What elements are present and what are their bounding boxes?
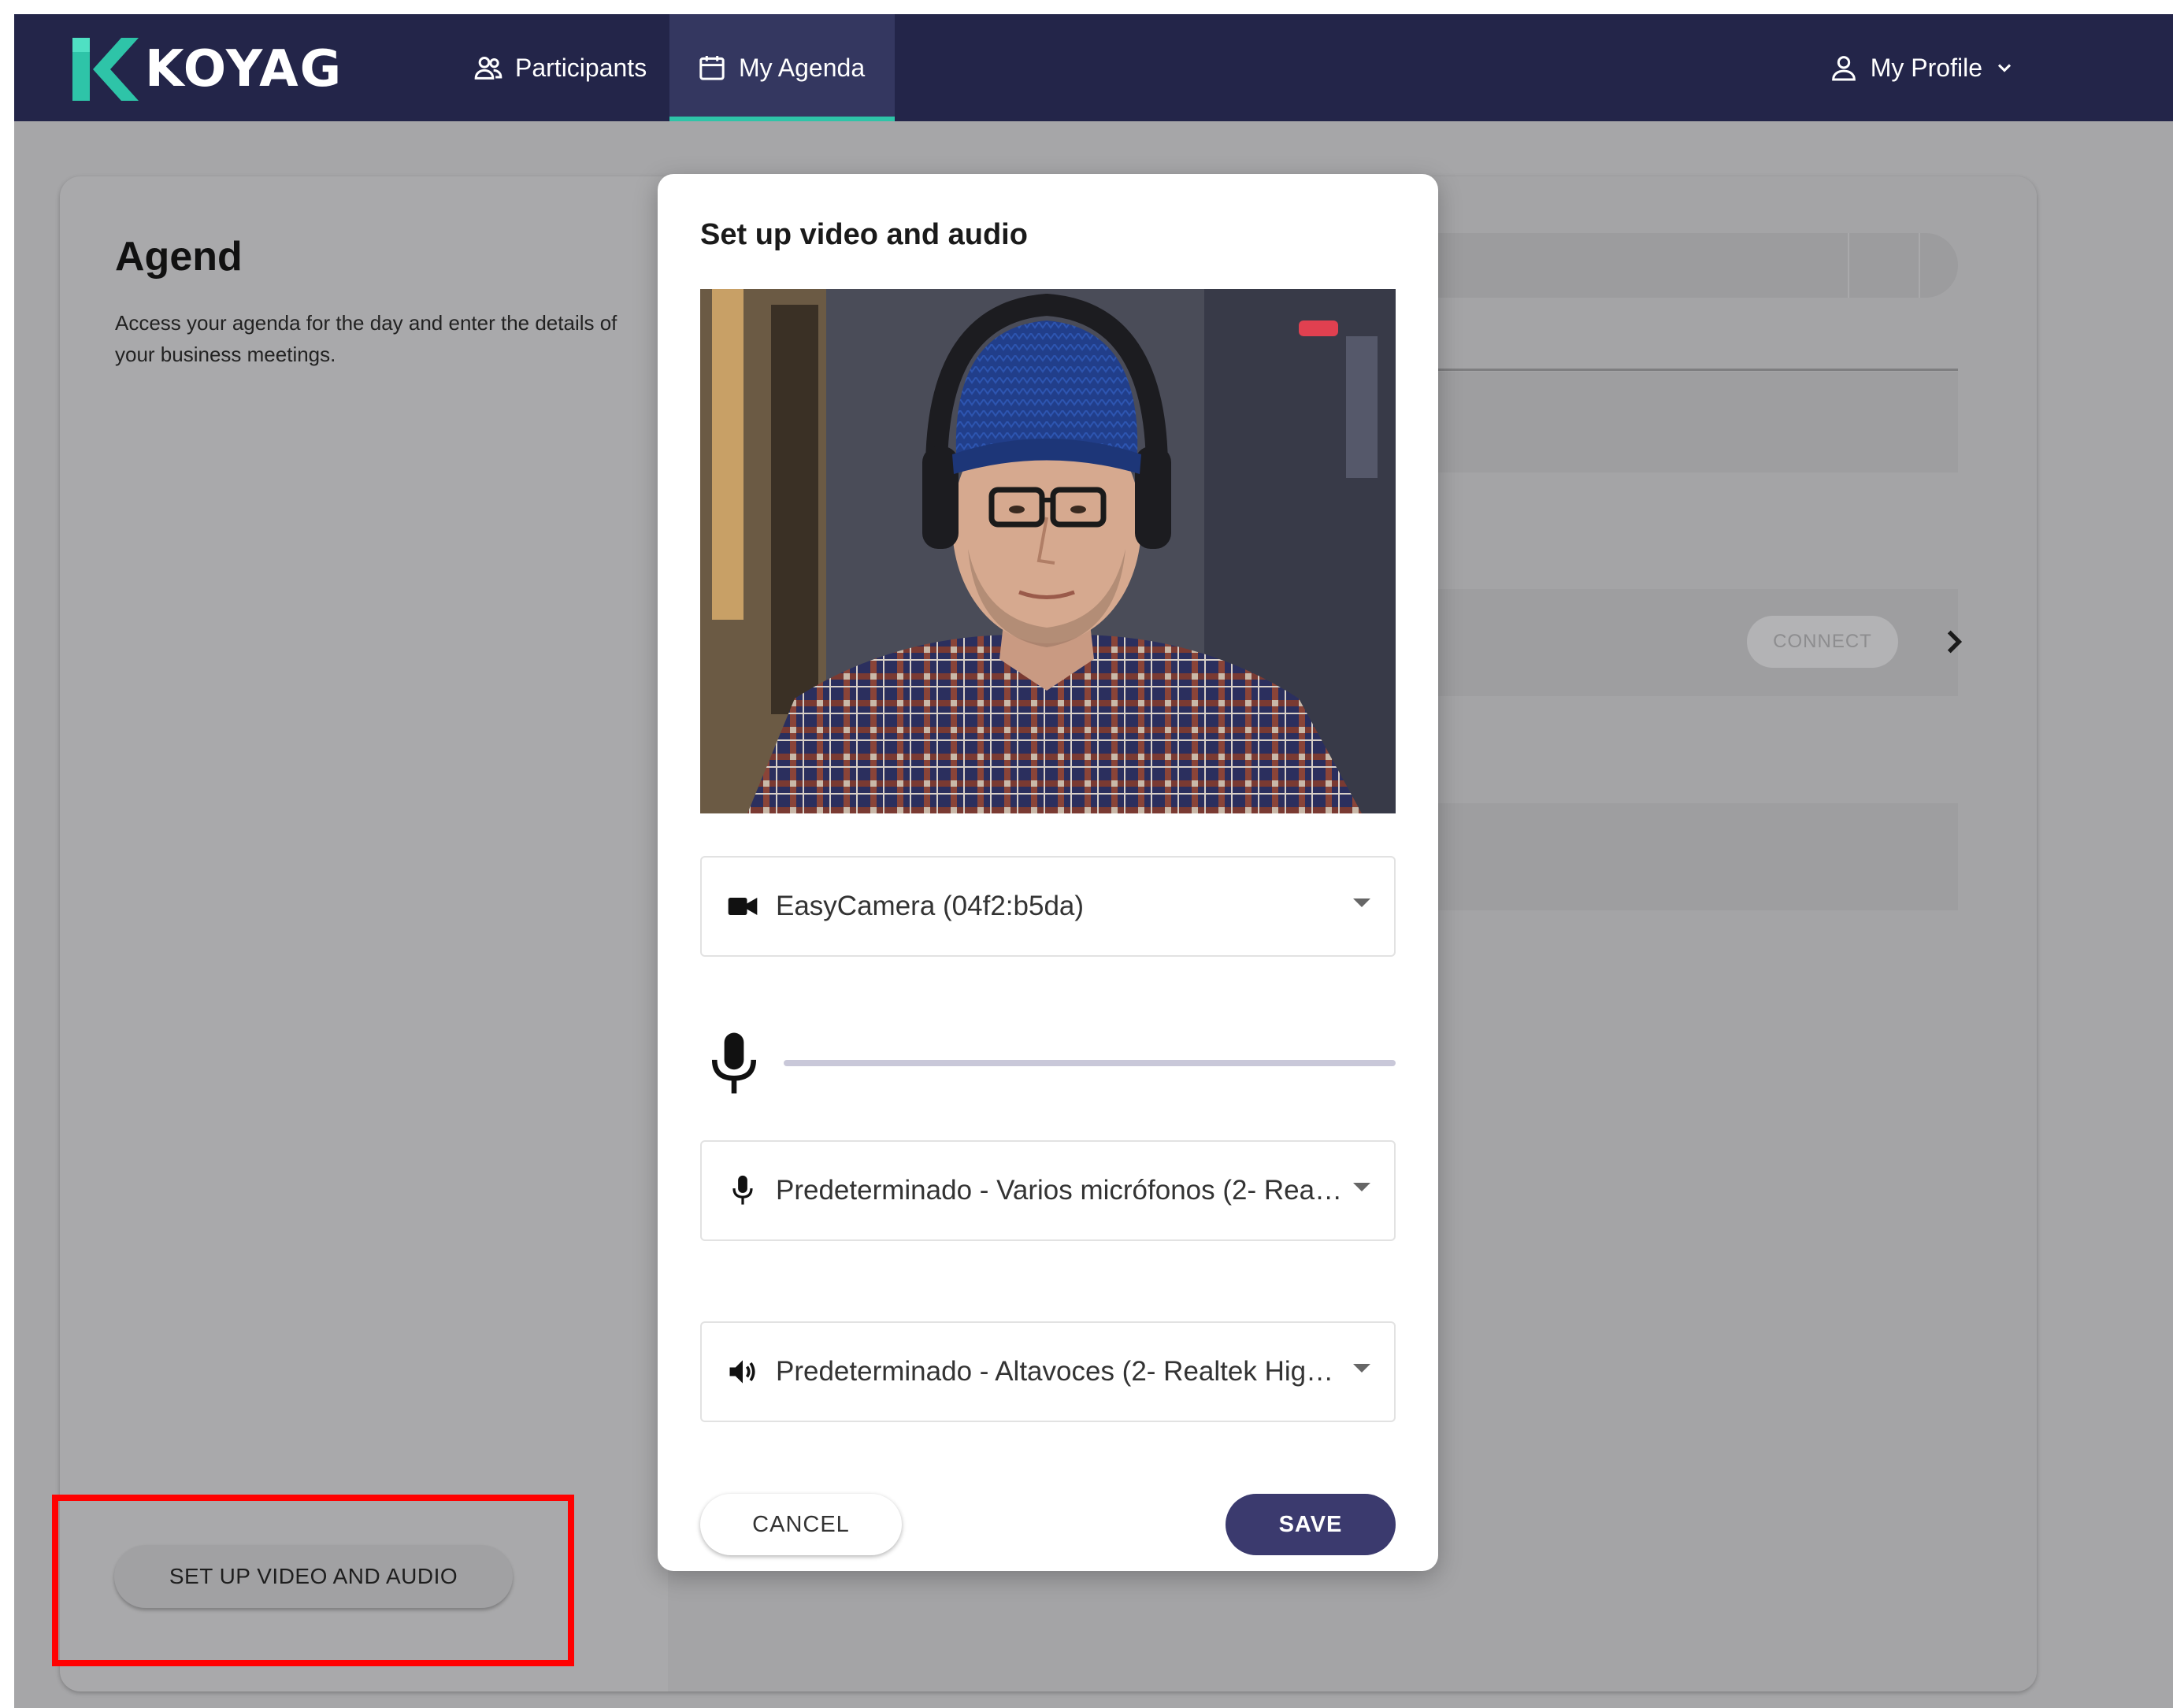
nav-my-profile-label: My Profile (1870, 53, 1982, 82)
camera-preview-image (700, 289, 1396, 813)
setup-video-audio-dialog: Set up video and audio EasyCamera (04f2:… (658, 174, 1438, 1571)
dropdown-arrow-icon (1353, 1183, 1370, 1191)
people-icon (474, 57, 502, 80)
camera-select-value: EasyCamera (04f2:b5da) (776, 891, 1085, 921)
search-divider (1919, 233, 1920, 298)
nav-my-agenda-label: My Agenda (739, 53, 866, 82)
camera-select[interactable]: EasyCamera (04f2:b5da) (700, 856, 1396, 957)
chevron-down-icon (1997, 64, 2012, 72)
person-icon (1831, 56, 1856, 81)
speaker-select-value: Predeterminado - Altavoces (2- Realtek H… (776, 1356, 1343, 1387)
volume-icon (729, 1360, 755, 1384)
chevron-right-icon[interactable] (1934, 622, 1974, 661)
calendar-icon (699, 56, 725, 80)
highlight-annotation (52, 1495, 574, 1666)
nav-my-profile[interactable]: My Profile (1828, 14, 2015, 121)
koyag-logo[interactable]: KOYAG (66, 31, 343, 107)
nav-participants-label: Participants (515, 53, 647, 82)
search-divider (1848, 233, 1849, 298)
koyag-logo-mark-icon (72, 38, 139, 101)
microphone-level-meter (700, 1030, 1396, 1101)
page-description: Access your agenda for the day and enter… (115, 311, 617, 366)
nav-participants[interactable]: Participants (473, 14, 647, 121)
cancel-button[interactable]: CANCEL (700, 1494, 902, 1555)
camera-preview (700, 289, 1396, 813)
connect-button[interactable]: CONNECT (1747, 616, 1898, 668)
speaker-select[interactable]: Predeterminado - Altavoces (2- Realtek H… (700, 1321, 1396, 1422)
top-navbar: KOYAG Participants My Agenda My Profile (14, 14, 2173, 121)
mic-icon (711, 1032, 757, 1094)
mic-level-bar (784, 1060, 1396, 1066)
microphone-select-value: Predeterminado - Varios micrófonos (2- R… (776, 1175, 1343, 1206)
videocam-icon (728, 898, 758, 915)
mic-icon (732, 1175, 753, 1205)
dialog-title: Set up video and audio (700, 218, 1028, 251)
dropdown-arrow-icon (1353, 1364, 1370, 1373)
save-button[interactable]: SAVE (1226, 1494, 1396, 1555)
page-title: Agend (115, 234, 243, 280)
logo-text: KOYAG (145, 40, 343, 98)
dropdown-arrow-icon (1353, 898, 1370, 907)
nav-my-agenda[interactable]: My Agenda (669, 14, 895, 121)
microphone-select[interactable]: Predeterminado - Varios micrófonos (2- R… (700, 1140, 1396, 1241)
